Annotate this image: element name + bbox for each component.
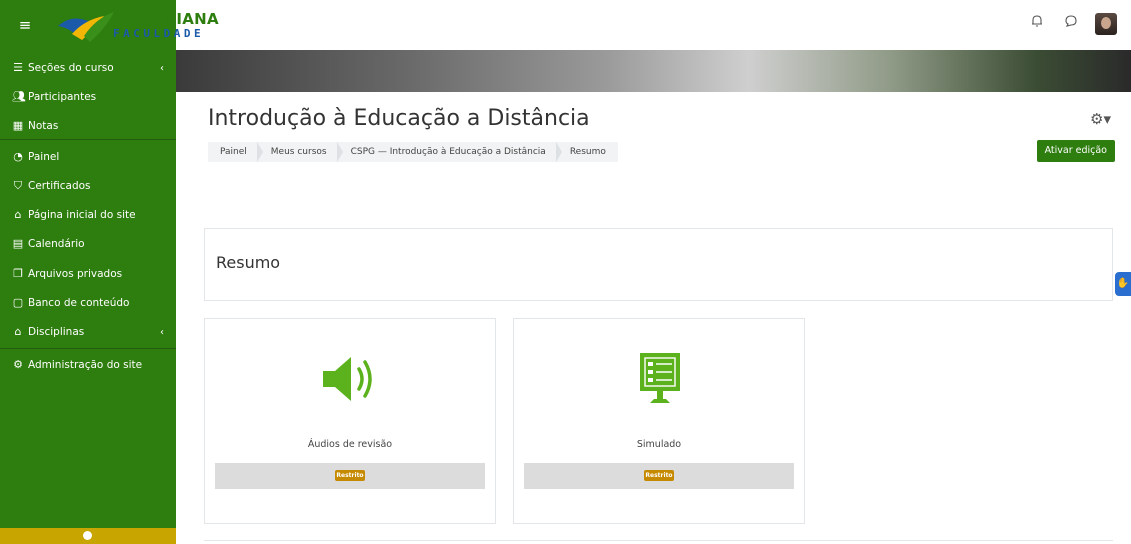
top-navbar: ≡ BRASILIANA FACULDADE [0, 0, 1131, 50]
info-icon[interactable] [83, 531, 92, 540]
breadcrumb-item[interactable]: Meus cursos [256, 142, 339, 162]
breadcrumb-item[interactable]: CSPG — Introdução à Educação a Distância [336, 142, 558, 162]
sidebar-item-site-home[interactable]: ⌂ Página inicial do site [0, 201, 176, 229]
sidebar-item-label: Painel [28, 151, 60, 163]
logo-subtext: FACULDADE [113, 27, 205, 40]
activity-title[interactable]: Áudios de revisão [205, 439, 495, 450]
chevron-left-icon[interactable]: ‹ [160, 63, 164, 74]
main-content: Introdução à Educação a Distância ⚙▾ Pai… [176, 92, 1131, 544]
content-bank-icon: ▢ [12, 296, 24, 309]
sidebar-item-label: Administração do site [28, 359, 143, 371]
activity-title[interactable]: Simulado [514, 439, 804, 450]
courses-icon: ⌂ [14, 325, 22, 338]
sidebar-item-label: Calendário [28, 238, 85, 250]
restricted-badge: Restrito [335, 470, 365, 481]
section-title: Resumo [216, 253, 281, 272]
users-icon: 👥︎ [12, 90, 26, 103]
sidebar-item-label: Seções do curso [28, 62, 114, 74]
sidebar-item-courses[interactable]: ⌂ Disciplinas ‹ [0, 318, 176, 346]
activity-card-audio-review[interactable]: Áudios de revisão Restrito [204, 318, 496, 524]
sidebar-item-calendar[interactable]: ▤ Calendário [0, 230, 176, 258]
quiz-monitor-icon [626, 349, 694, 409]
accessibility-icon[interactable]: ✋ [1115, 272, 1131, 296]
admin-gear-icon: ⚙ [13, 358, 23, 371]
sidebar-divider [0, 348, 176, 349]
logo-swoosh-icon [58, 12, 114, 42]
course-banner-image [176, 50, 1131, 92]
settings-gear-icon[interactable]: ⚙▾ [1090, 110, 1111, 128]
dashboard-icon: ◔ [13, 150, 23, 163]
sidebar-item-label: Participantes [28, 91, 97, 103]
sidebar-item-certificates[interactable]: ⛉ Certificados [0, 172, 176, 200]
sidebar-item-site-admin[interactable]: ⚙ Administração do site [0, 351, 176, 379]
files-icon: ❐ [13, 267, 23, 280]
sidebar-item-label: Banco de conteúdo [28, 297, 130, 309]
speaker-icon [317, 349, 385, 409]
enable-editing-button[interactable]: Ativar edição [1036, 140, 1115, 162]
messages-bubble-icon[interactable] [1061, 14, 1081, 34]
sidebar-divider [0, 139, 176, 140]
left-sidebar: ☰ Seções do curso ‹ 👥︎ Participantes ▦ N… [0, 50, 176, 544]
sidebar-item-private-files[interactable]: ❐ Arquivos privados [0, 260, 176, 288]
sidebar-item-grades[interactable]: ▦ Notas [0, 112, 176, 140]
logo-text: BRASILIANA [114, 10, 219, 28]
restricted-badge: Restrito [644, 470, 674, 481]
breadcrumb-item-current: Resumo [555, 142, 618, 162]
activity-card-simulado[interactable]: Simulado Restrito [513, 318, 805, 524]
notification-bell-icon[interactable] [1027, 14, 1047, 34]
sidebar-item-dashboard[interactable]: ◔ Painel [0, 143, 176, 171]
sidebar-item-label: Certificados [28, 180, 91, 192]
navbar-actions [1027, 13, 1117, 35]
page-title: Introdução à Educação a Distância [208, 106, 590, 131]
certificate-icon: ⛉ [13, 179, 23, 192]
chevron-left-icon[interactable]: ‹ [160, 327, 164, 338]
sidebar-item-participants[interactable]: 👥︎ Participantes [0, 83, 176, 111]
grades-icon: ▦ [12, 119, 24, 132]
home-icon: ⌂ [14, 208, 22, 221]
sidebar-item-label: Arquivos privados [28, 268, 123, 280]
sidebar-item-label: Disciplinas [28, 326, 85, 338]
sidebar-item-label: Notas [28, 120, 59, 132]
sidebar-item-content-bank[interactable]: ▢ Banco de conteúdo [0, 289, 176, 317]
site-logo[interactable]: BRASILIANA FACULDADE [56, 6, 219, 46]
summary-section: Resumo [204, 228, 1113, 301]
calendar-icon: ▤ [12, 237, 24, 250]
restriction-bar: Restrito [524, 463, 794, 489]
next-section [204, 540, 1113, 544]
sidebar-item-course-sections[interactable]: ☰ Seções do curso ‹ [0, 54, 176, 82]
list-icon: ☰ [13, 61, 23, 74]
hamburger-menu-icon[interactable]: ≡ [14, 14, 36, 36]
sidebar-footer [0, 528, 176, 544]
restriction-bar: Restrito [215, 463, 485, 489]
sidebar-item-label: Página inicial do site [28, 209, 136, 221]
breadcrumb-item[interactable]: Painel [208, 142, 259, 162]
breadcrumb: Painel Meus cursos CSPG — Introdução à E… [208, 142, 618, 162]
user-avatar[interactable] [1095, 13, 1117, 35]
